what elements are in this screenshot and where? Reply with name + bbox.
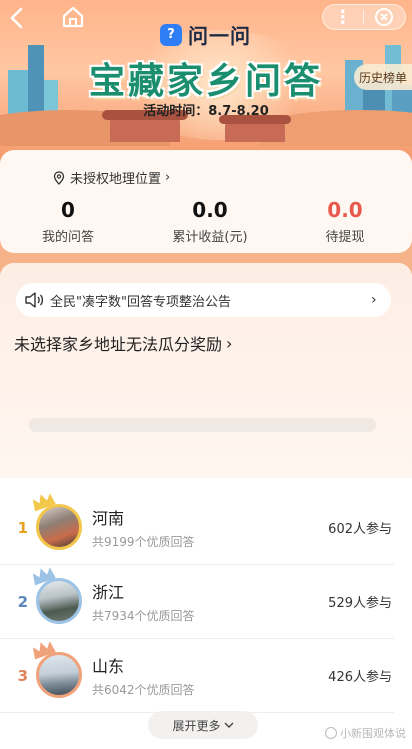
watermark: 小新围观体说 xyxy=(325,725,406,741)
back-icon[interactable] xyxy=(6,6,30,30)
location-pin-icon xyxy=(53,170,65,185)
stats-card: 未授权地理位置 › 0 我的问答 0.0 累计收益(元) 0.0 待提现 xyxy=(0,150,412,253)
province-name: 河南 xyxy=(92,509,125,528)
stat-pending-withdraw[interactable]: 0.0 待提现 xyxy=(275,198,412,245)
province-avatar xyxy=(32,492,84,552)
progress-bar xyxy=(29,418,376,432)
province-name: 浙江 xyxy=(92,583,125,602)
chevron-right-icon: › xyxy=(226,333,233,353)
expand-label: 展开更多 xyxy=(172,718,221,733)
app-logo: ? 问一问 xyxy=(160,20,251,49)
page-title: 宝藏家乡问答 xyxy=(88,61,323,102)
expand-more-button[interactable]: 展开更多 xyxy=(148,711,258,739)
header-banner: ⋮ ? 问一问 宝藏家乡问答 活动时间：8.7-8.20 历史榜单 xyxy=(0,0,412,160)
activity-time: 活动时间：8.7-8.20 xyxy=(143,104,269,119)
main-card: 全民"凑字数"回答专项整治公告 › 未选择家乡地址无法瓜分奖励 › 1 河南 共… xyxy=(0,263,412,749)
ranking-row[interactable]: 3 山东 共6042个优质回答 426人参与 xyxy=(0,639,394,713)
home-icon[interactable] xyxy=(60,4,86,30)
answer-count: 共9199个优质回答 xyxy=(92,535,195,549)
stat-label: 待提现 xyxy=(325,230,365,245)
close-icon[interactable] xyxy=(364,5,406,29)
province-info: 浙江 共7934个优质回答 xyxy=(92,579,328,624)
mini-program-capsule: ⋮ xyxy=(322,4,406,30)
answer-count: 共7934个优质回答 xyxy=(92,609,195,623)
participant-count: 529人参与 xyxy=(328,596,392,611)
location-link[interactable]: 未授权地理位置 › xyxy=(52,168,170,187)
stat-total-earnings[interactable]: 0.0 累计收益(元) xyxy=(140,198,280,245)
province-avatar xyxy=(32,640,84,700)
province-name: 山东 xyxy=(92,657,125,676)
province-info: 河南 共9199个优质回答 xyxy=(92,505,328,550)
logo-icon: ? xyxy=(160,23,182,46)
more-icon[interactable]: ⋮ xyxy=(323,5,363,29)
notice-text: 全民"凑字数"回答专项整治公告 xyxy=(50,294,231,310)
stat-value: 0.0 xyxy=(327,198,363,222)
chevron-right-icon: › xyxy=(165,170,171,185)
stat-value: 0 xyxy=(61,198,75,222)
stat-label: 我的问答 xyxy=(41,230,94,245)
rank-number: 1 xyxy=(17,518,28,537)
ranking-list: 1 河南 共9199个优质回答 602人参与 2 浙江 共7934个优质回答 5… xyxy=(0,491,412,713)
warning-text: 未选择家乡地址无法瓜分奖励 xyxy=(14,335,223,354)
ranking-row[interactable]: 1 河南 共9199个优质回答 602人参与 xyxy=(0,491,394,565)
rank-number: 3 xyxy=(17,666,28,685)
stat-my-qa[interactable]: 0 我的问答 xyxy=(0,198,138,245)
history-ranking-button[interactable]: 历史榜单 xyxy=(354,64,412,90)
main-top-area: 全民"凑字数"回答专项整治公告 › 未选择家乡地址无法瓜分奖励 › xyxy=(0,263,412,478)
chevron-down-icon xyxy=(224,722,233,728)
banner-temple xyxy=(102,110,188,142)
hometown-warning-link[interactable]: 未选择家乡地址无法瓜分奖励 › xyxy=(14,331,232,355)
logo-text: 问一问 xyxy=(188,24,251,48)
banner-temple xyxy=(219,115,291,142)
watermark-text: 小新围观体说 xyxy=(340,727,406,740)
notice-bar[interactable]: 全民"凑字数"回答专项整治公告 › xyxy=(16,283,391,317)
chevron-right-icon: › xyxy=(371,292,377,308)
stat-label: 累计收益(元) xyxy=(172,230,248,245)
location-text: 未授权地理位置 xyxy=(70,172,162,187)
answer-count: 共6042个优质回答 xyxy=(92,683,195,697)
province-info: 山东 共6042个优质回答 xyxy=(92,653,328,698)
stat-value: 0.0 xyxy=(192,198,228,222)
province-avatar xyxy=(32,566,84,626)
participant-count: 602人参与 xyxy=(328,522,392,537)
participant-count: 426人参与 xyxy=(328,670,392,685)
ranking-row[interactable]: 2 浙江 共7934个优质回答 529人参与 xyxy=(0,565,394,639)
rank-number: 2 xyxy=(17,592,28,611)
watermark-icon xyxy=(325,727,337,739)
speaker-icon xyxy=(25,292,44,308)
